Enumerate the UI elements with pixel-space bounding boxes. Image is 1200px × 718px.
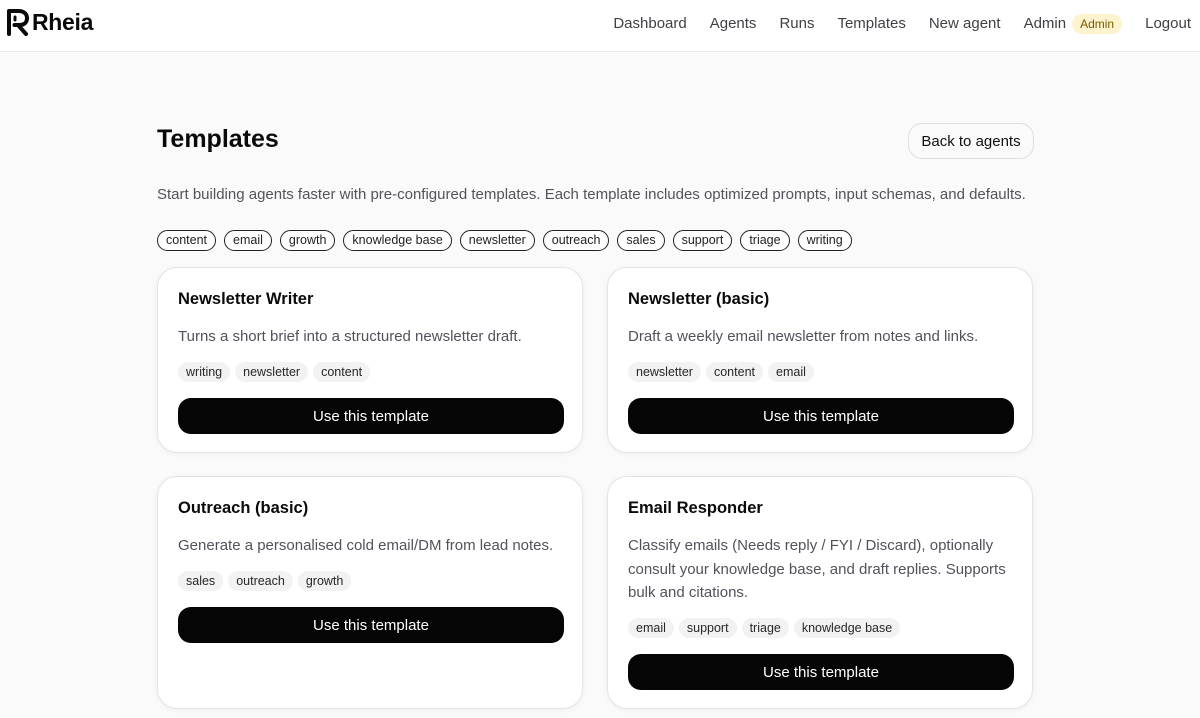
filter-chip-triage[interactable]: triage [740,230,790,251]
template-card-email-responder: Email Responder Classify emails (Needs r… [607,476,1033,709]
filter-chip-growth[interactable]: growth [279,230,336,251]
tag: support [678,618,737,638]
tag-filter-list: content email growth knowledge base news… [157,230,860,251]
template-description: Classify emails (Needs reply / FYI / Dis… [628,537,1006,601]
logo[interactable]: Rheia [6,7,93,37]
filter-chip-content[interactable]: content [157,230,217,251]
top-navigation-bar: Rheia Dashboard Agents Runs Templates Ne… [0,0,1200,52]
template-title: Newsletter Writer [178,290,314,308]
tag: triage [741,618,789,638]
template-description: Draft a weekly email newsletter from not… [628,328,979,345]
back-to-agents-button[interactable]: Back to agents [908,123,1034,159]
tag: email [768,362,814,382]
use-template-button[interactable]: Use this template [178,398,564,434]
filter-chip-outreach[interactable]: outreach [542,230,610,251]
page-title: Templates [157,125,279,153]
template-description: Generate a personalised cold email/DM fr… [178,537,554,554]
tag: email [628,618,674,638]
page-intro: Start building agents faster with pre-co… [157,186,1026,203]
filter-chip-email[interactable]: email [224,230,272,251]
rheia-logo-icon [7,9,29,36]
template-title: Newsletter (basic) [628,290,770,308]
nav-admin-group: Admin Admin [1024,14,1123,34]
tag: sales [178,571,224,591]
nav-dashboard[interactable]: Dashboard [613,15,686,33]
template-tags: sales outreach growth [178,571,356,591]
template-title: Outreach (basic) [178,499,309,517]
filter-chip-knowledge-base[interactable]: knowledge base [343,230,452,251]
nav-admin[interactable]: Admin [1024,15,1067,33]
filter-chip-support[interactable]: support [672,230,733,251]
template-card-newsletter-basic: Newsletter (basic) Draft a weekly email … [607,267,1033,453]
use-template-button[interactable]: Use this template [628,654,1014,690]
template-tags: writing newsletter content [178,362,375,382]
use-template-button[interactable]: Use this template [628,398,1014,434]
filter-chip-writing[interactable]: writing [797,230,852,251]
nav-templates[interactable]: Templates [837,15,905,33]
template-tags: email support triage knowledge base [628,618,905,638]
tag: newsletter [235,362,309,382]
nav-logout[interactable]: Logout [1145,15,1191,33]
nav-agents[interactable]: Agents [710,15,757,33]
logo-text: Rheia [32,8,94,35]
nav-new-agent[interactable]: New agent [929,15,1001,33]
template-title: Email Responder [628,499,763,517]
tag: newsletter [628,362,701,382]
tag: growth [297,571,352,591]
template-card-outreach-basic: Outreach (basic) Generate a personalised… [157,476,583,709]
filter-chip-newsletter[interactable]: newsletter [459,230,535,251]
template-description: Turns a short brief into a structured ne… [178,328,522,345]
tag: content [705,362,763,382]
tag: content [313,362,371,382]
template-card-newsletter-writer: Newsletter Writer Turns a short brief in… [157,267,583,453]
main-nav: Dashboard Agents Runs Templates New agen… [613,14,1191,34]
nav-runs[interactable]: Runs [779,15,814,33]
admin-badge: Admin [1072,14,1123,34]
use-template-button[interactable]: Use this template [178,607,564,643]
template-tags: newsletter content email [628,362,819,382]
tag: writing [178,362,231,382]
tag: outreach [228,571,293,591]
tag: knowledge base [793,618,901,638]
filter-chip-sales[interactable]: sales [617,230,665,251]
